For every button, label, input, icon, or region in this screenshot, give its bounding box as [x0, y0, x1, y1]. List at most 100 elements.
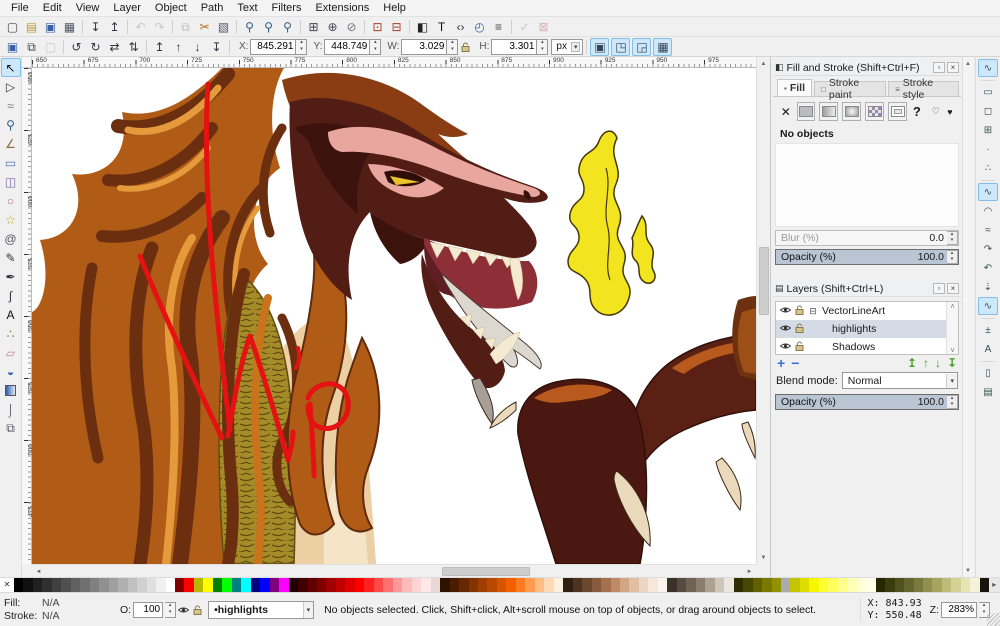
- opacity-spinner[interactable]: ▴▾: [165, 602, 176, 618]
- palette-swatch[interactable]: [90, 578, 99, 592]
- palette-swatch[interactable]: [308, 578, 317, 592]
- raise-icon[interactable]: ↑: [169, 38, 188, 56]
- palette-swatch[interactable]: [904, 578, 913, 592]
- dropper-tool-icon[interactable]: ⌡: [1, 400, 21, 419]
- palette-swatch[interactable]: [440, 578, 449, 592]
- palette-swatch[interactable]: [620, 578, 629, 592]
- palette-swatch[interactable]: [686, 578, 695, 592]
- menu-view[interactable]: View: [69, 1, 107, 15]
- lock-ratio-icon[interactable]: [461, 42, 470, 52]
- no-paint-button[interactable]: ✕: [779, 102, 793, 121]
- horizontal-ruler[interactable]: 6506757007257507758008258508759009259509…: [32, 57, 756, 68]
- palette-swatch[interactable]: [251, 578, 260, 592]
- layer-lower-to-bottom-button[interactable]: ↧: [947, 358, 957, 368]
- import-icon[interactable]: ↧: [86, 18, 105, 36]
- unknown-paint-button[interactable]: ?: [911, 102, 923, 121]
- palette-swatch[interactable]: [525, 578, 534, 592]
- palette-swatch[interactable]: [33, 578, 42, 592]
- palette-swatch[interactable]: [393, 578, 402, 592]
- palette-swatch[interactable]: [753, 578, 762, 592]
- vertical-ruler[interactable]: 650625600575550525500475: [22, 68, 32, 564]
- layer-expander-icon[interactable]: ⊟: [808, 306, 818, 317]
- copy-icon[interactable]: ⧉: [176, 18, 195, 36]
- palette-swatch[interactable]: [658, 578, 667, 592]
- palette-swatch[interactable]: [857, 578, 866, 592]
- canvas-vertical-scrollbar[interactable]: ▲ ▼: [756, 57, 770, 564]
- paste-icon[interactable]: ▧: [214, 18, 233, 36]
- palette-swatch[interactable]: [289, 578, 298, 592]
- h-spinner[interactable]: ▴▾: [537, 39, 548, 55]
- palette-swatch[interactable]: [648, 578, 657, 592]
- dock-scrollbar[interactable]: ▲ ▼: [962, 57, 973, 577]
- text-tool-icon[interactable]: A: [1, 305, 21, 324]
- w-input[interactable]: [401, 39, 447, 55]
- new-document-icon[interactable]: ▢: [3, 18, 22, 36]
- palette-swatch[interactable]: [80, 578, 89, 592]
- palette-swatch[interactable]: [109, 578, 118, 592]
- palette-swatch[interactable]: [412, 578, 421, 592]
- palette-swatch[interactable]: [450, 578, 459, 592]
- menu-path[interactable]: Path: [194, 1, 231, 15]
- pencil-tool-icon[interactable]: ✎: [1, 248, 21, 267]
- palette-swatch[interactable]: [326, 578, 335, 592]
- tab-stroke-paint[interactable]: □Stroke paint: [814, 81, 886, 96]
- canvas-horizontal-scrollbar[interactable]: ◄ ►: [32, 564, 756, 577]
- palette-scroll-arrow[interactable]: ▸: [989, 578, 999, 592]
- palette-swatch[interactable]: [402, 578, 411, 592]
- palette-swatch[interactable]: [156, 578, 165, 592]
- current-layer-select[interactable]: •highlights▾: [208, 601, 314, 619]
- spellcheck-icon[interactable]: ✓: [515, 18, 534, 36]
- palette-swatch[interactable]: [431, 578, 440, 592]
- palette-swatch[interactable]: [876, 578, 885, 592]
- palette-swatch[interactable]: [554, 578, 563, 592]
- palette-swatch[interactable]: [601, 578, 610, 592]
- zoom-page-icon[interactable]: ⚲: [278, 18, 297, 36]
- xml-editor-icon[interactable]: ‹›: [451, 18, 470, 36]
- menu-file[interactable]: File: [4, 1, 36, 15]
- palette-swatch[interactable]: [137, 578, 146, 592]
- palette-swatch[interactable]: [270, 578, 279, 592]
- flat-color-button[interactable]: [797, 102, 816, 121]
- heart-filled-icon[interactable]: ♥: [945, 102, 955, 121]
- snap-path-intersections-icon[interactable]: ≈: [978, 221, 998, 239]
- fill-stroke-panel-titlebar[interactable]: ◧ Fill and Stroke (Shift+Ctrl+F) ▫ ×: [773, 60, 961, 76]
- open-folder-icon[interactable]: ▤: [22, 18, 41, 36]
- palette-swatch[interactable]: [980, 578, 989, 592]
- panel-close-button[interactable]: ×: [947, 283, 959, 294]
- fill-stroke-indicator[interactable]: Fill:N/A Stroke:N/A: [0, 597, 120, 623]
- palette-swatch[interactable]: [345, 578, 354, 592]
- selector-tool-icon[interactable]: ↖: [1, 58, 21, 77]
- affect-corners-toggle[interactable]: ◳: [611, 38, 630, 56]
- lower-to-bottom-icon[interactable]: ↧: [207, 38, 226, 56]
- linear-gradient-button[interactable]: [819, 102, 838, 121]
- palette-swatch[interactable]: [866, 578, 875, 592]
- palette-swatch[interactable]: [895, 578, 904, 592]
- snap-enable-icon[interactable]: ∿: [978, 59, 998, 77]
- heart-outline-icon[interactable]: ♡: [931, 102, 941, 121]
- palette-swatch[interactable]: [932, 578, 941, 592]
- palette-swatch[interactable]: [147, 578, 156, 592]
- snap-bbox-centers-icon[interactable]: ∴: [978, 159, 998, 177]
- select-all-icon[interactable]: ▣: [3, 38, 22, 56]
- vertical-scroll-thumb[interactable]: [759, 247, 769, 315]
- menu-edit[interactable]: Edit: [36, 1, 69, 15]
- lower-icon[interactable]: ↓: [188, 38, 207, 56]
- palette-swatch[interactable]: [715, 578, 724, 592]
- blur-spinner[interactable]: ▴▾: [947, 231, 958, 245]
- x-spinner[interactable]: ▴▾: [296, 39, 307, 55]
- pattern-button[interactable]: [865, 102, 884, 121]
- node-editor-tool-icon[interactable]: ▷: [1, 77, 21, 96]
- palette-swatch[interactable]: [478, 578, 487, 592]
- cut-icon[interactable]: ✂: [195, 18, 214, 36]
- w-spinner[interactable]: ▴▾: [447, 39, 458, 55]
- menu-extensions[interactable]: Extensions: [308, 1, 376, 15]
- palette-swatch[interactable]: [544, 578, 553, 592]
- palette-swatch[interactable]: [71, 578, 80, 592]
- eraser-tool-icon[interactable]: ▱: [1, 343, 21, 362]
- layer-visibility-icon[interactable]: [178, 606, 189, 614]
- palette-swatch[interactable]: [194, 578, 203, 592]
- palette-swatch[interactable]: [336, 578, 345, 592]
- zoom-drawing-icon[interactable]: ⚲: [240, 18, 259, 36]
- palette-swatch[interactable]: [469, 578, 478, 592]
- zoom-tool-icon[interactable]: ⚲: [1, 115, 21, 134]
